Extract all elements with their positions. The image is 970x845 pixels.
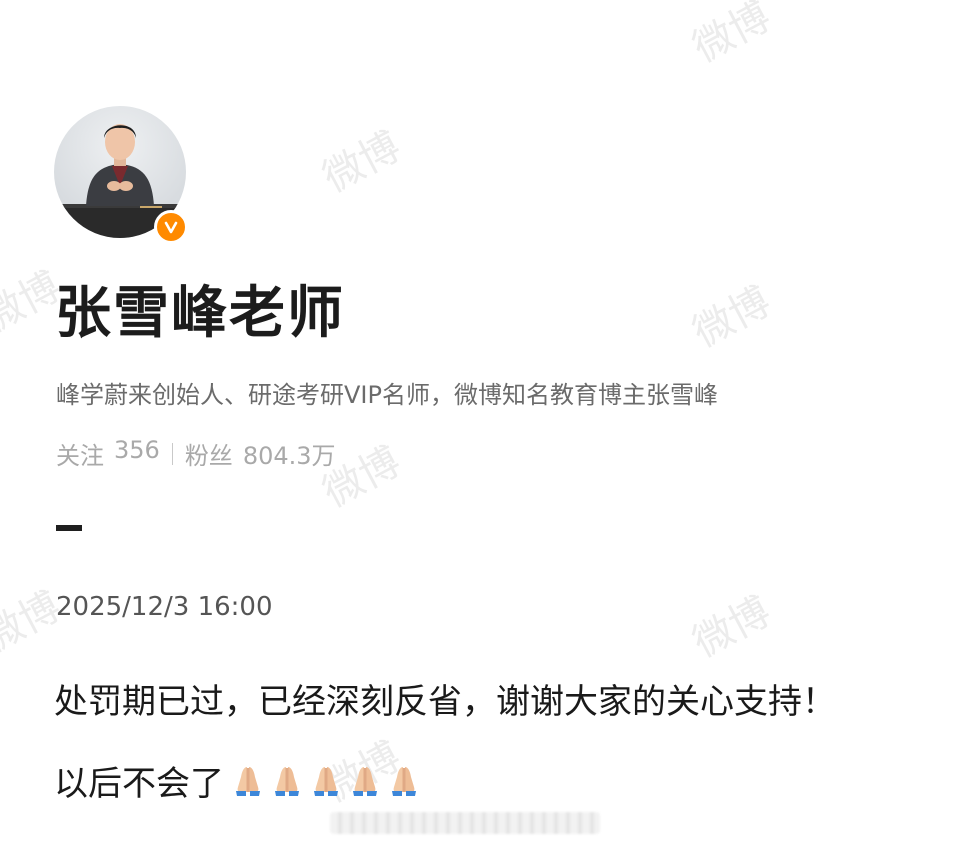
watermark: 微博 xyxy=(315,123,408,202)
post-timestamp: 2025/12/3 16:00 xyxy=(56,592,273,622)
blurred-content xyxy=(330,812,600,834)
post-text-line: 处罚期已过，已经深刻反省，谢谢大家的关心支持！ xyxy=(54,682,836,722)
verified-badge-icon xyxy=(154,210,188,244)
stats-divider xyxy=(171,442,173,465)
watermark: 微博 xyxy=(685,0,778,72)
fans-count: 804.3万 xyxy=(242,442,336,470)
following-count: 356 xyxy=(114,436,160,464)
post-text: 以后不会了 xyxy=(54,764,224,804)
profile-bio: 峰学蔚来创始人、研途考研VIP名师，微博知名教育博主张雪峰 xyxy=(56,381,718,409)
watermark: 微博 xyxy=(685,278,778,357)
profile-stats: 关注 356 粉丝 804.3万 xyxy=(56,436,336,471)
post-text-line-2: 以后不会了 xyxy=(54,756,422,805)
pray-icon xyxy=(392,766,416,796)
pray-icon xyxy=(314,766,338,796)
emoji-row xyxy=(230,763,422,799)
weibo-screenshot: 微博 微博 微博 微博 微博 微博 微博 微博 xyxy=(0,0,970,845)
pray-icon xyxy=(353,766,377,796)
v-check-icon xyxy=(164,221,178,234)
pray-icon xyxy=(275,766,299,796)
section-divider xyxy=(56,525,82,531)
fans-label: 粉丝 xyxy=(184,442,233,470)
fans-stat[interactable]: 粉丝 804.3万 xyxy=(185,436,336,471)
avatar[interactable] xyxy=(54,106,188,244)
pray-icon xyxy=(236,766,260,796)
profile-name[interactable]: 张雪峰老师 xyxy=(55,268,345,349)
watermark: 微博 xyxy=(685,588,778,667)
following-label: 关注 xyxy=(56,442,104,470)
following-stat[interactable]: 关注 356 xyxy=(56,436,160,471)
